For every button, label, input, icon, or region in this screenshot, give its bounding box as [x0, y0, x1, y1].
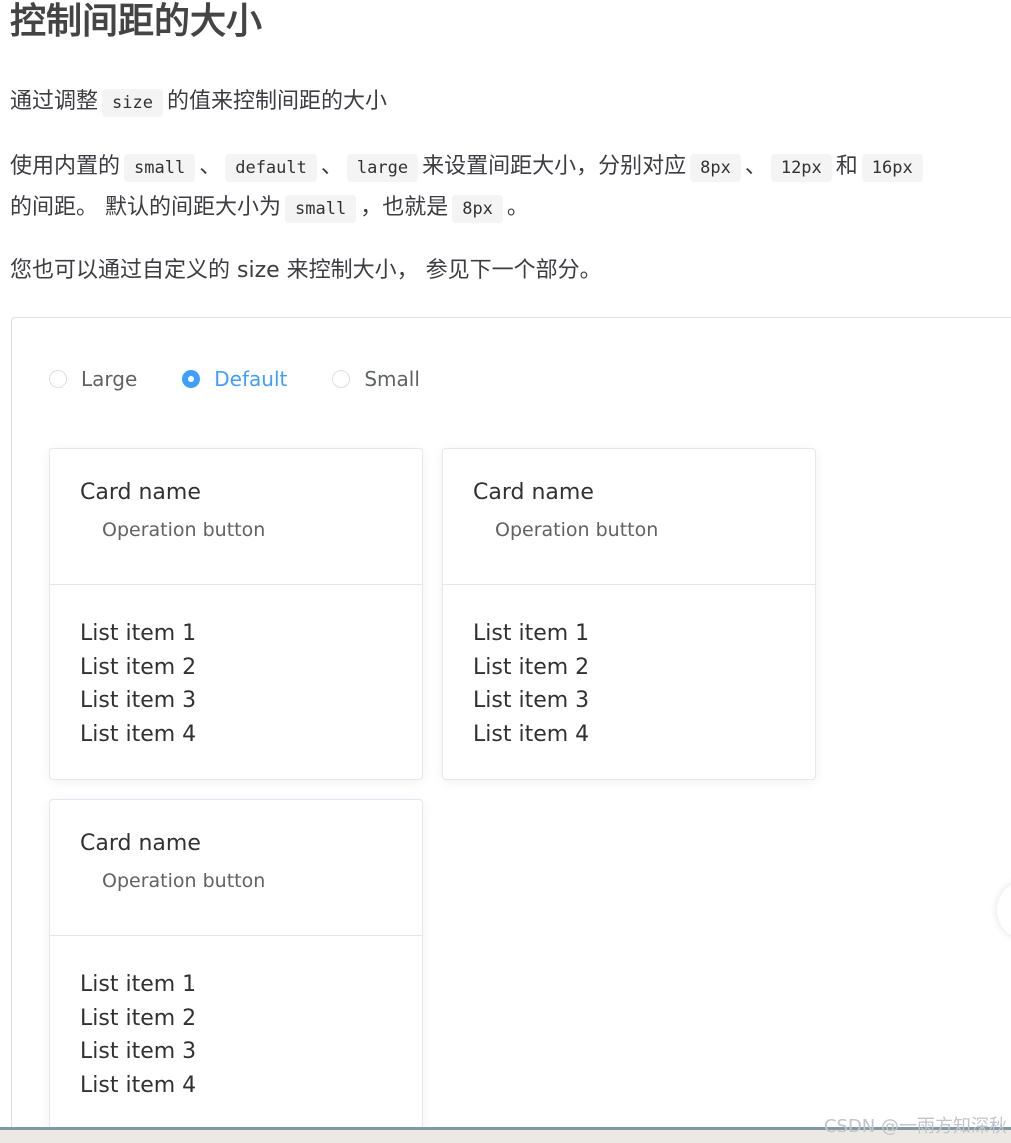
code-small: small	[124, 154, 196, 182]
code-8px: 8px	[690, 154, 741, 182]
radio-circle-icon[interactable]	[332, 370, 351, 388]
card-title: Card name	[473, 480, 594, 505]
radio-small[interactable]: Small	[332, 367, 420, 391]
card-body: List item 1 List item 2 List item 3 List…	[50, 585, 422, 751]
card-header: Card name Operation button	[50, 800, 422, 936]
separator: 、	[744, 154, 767, 179]
paragraph-text: ，也就是	[360, 195, 449, 220]
list-item: List item 3	[473, 688, 590, 713]
code-default: default	[225, 154, 317, 182]
card-title: Card name	[80, 480, 201, 505]
card-title: Card name	[80, 831, 201, 856]
radio-label[interactable]: Small	[364, 367, 420, 391]
radio-circle-icon[interactable]	[49, 370, 67, 388]
code-small-default: small	[285, 195, 357, 223]
code-large: large	[346, 154, 419, 182]
list-item: List item 4	[80, 1072, 197, 1098]
watermark: CSDN @一雨方知深秋	[823, 1116, 1007, 1137]
radio-default[interactable]: Default	[182, 367, 287, 391]
paragraph-builtin-sizes-cont: 的间距。 默认的间距大小为 small ，也就是 8px。	[10, 188, 529, 229]
paragraph-builtin-sizes: 使用内置的 small、 default、 large 来设置间距大小，分别对应 8px、…	[10, 147, 927, 188]
list-item: List item 1	[473, 621, 590, 646]
paragraph-text: 通过调整	[10, 89, 99, 114]
radio-label[interactable]: Default	[214, 367, 287, 391]
list-item: List item 1	[80, 621, 197, 646]
card: Card name Operation button List item 1 L…	[49, 448, 423, 780]
list-item: List item 1	[80, 972, 197, 997]
separator: 、	[199, 154, 222, 179]
code-size: size	[102, 89, 163, 117]
page-title: 控制间距的大小	[10, 1, 263, 42]
paragraph-custom-size: 您也可以通过自定义的 size 来控制大小， 参见下一个部分。	[10, 258, 602, 283]
card-body: List item 1 List item 2 List item 3 List…	[443, 585, 815, 751]
code-8px-default: 8px	[452, 195, 503, 223]
list-item: List item 2	[473, 654, 590, 680]
radio-large[interactable]: Large	[49, 367, 137, 391]
radio-checked-icon[interactable]	[182, 370, 201, 388]
list-item: List item 3	[80, 1039, 197, 1064]
paragraph-text: 的间距。 默认的间距大小为	[10, 195, 281, 220]
paragraph-text: 和	[835, 154, 858, 179]
page: 控制间距的大小 通过调整 size 的值来控制间距的大小 使用内置的 small、 de…	[0, 0, 1011, 1143]
card-body: List item 1 List item 2 List item 3 List…	[50, 936, 422, 1102]
list-item: List item 4	[80, 721, 197, 747]
paragraph-text: 使用内置的	[10, 154, 121, 179]
list-item: List item 2	[80, 654, 197, 680]
paragraph-text: 的值来控制间距的大小	[166, 89, 387, 114]
separator: 、	[320, 154, 343, 179]
operation-button[interactable]: Operation button	[102, 519, 265, 541]
code-12px: 12px	[770, 154, 832, 182]
card-header: Card name Operation button	[50, 449, 422, 585]
paragraph-size-intro: 通过调整 size 的值来控制间距的大小	[10, 82, 387, 123]
paragraph-text: 。	[506, 195, 529, 220]
list-item: List item 2	[80, 1005, 197, 1031]
operation-button[interactable]: Operation button	[495, 519, 658, 541]
size-radio-group: Large Default Small	[49, 367, 465, 391]
card-header: Card name Operation button	[443, 449, 815, 585]
code-16px: 16px	[861, 154, 923, 182]
list-item: List item 3	[80, 688, 197, 713]
operation-button[interactable]: Operation button	[102, 870, 265, 892]
list-item: List item 4	[473, 721, 590, 747]
radio-label[interactable]: Large	[81, 367, 137, 391]
card: Card name Operation button List item 1 L…	[49, 799, 423, 1129]
card: Card name Operation button List item 1 L…	[442, 448, 816, 780]
paragraph-text: 来设置间距大小，分别对应	[422, 154, 687, 179]
